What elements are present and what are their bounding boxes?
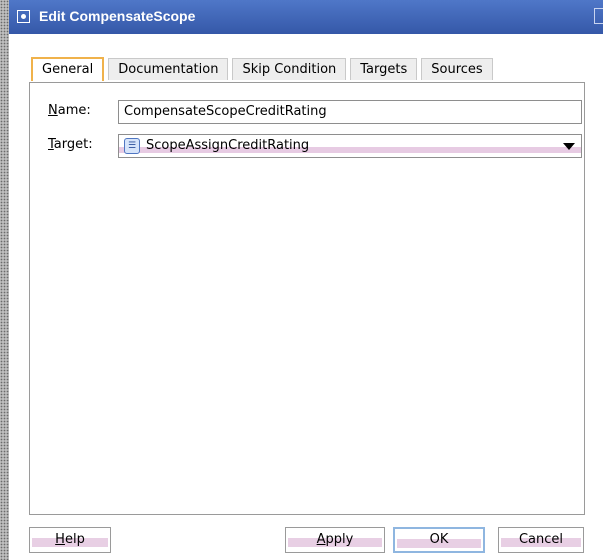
help-button[interactable]: Help <box>29 527 111 553</box>
cancel-label: Cancel <box>518 532 564 547</box>
scope-icon: ☰ <box>124 138 140 154</box>
name-label-mnemonic: N <box>48 103 58 118</box>
target-label-text: arget: <box>53 137 93 152</box>
apply-button[interactable]: Apply <box>285 527 385 553</box>
target-dropdown-value: ScopeAssignCreditRating <box>146 138 310 153</box>
apply-text: pply <box>325 532 354 547</box>
tab-general[interactable]: General <box>31 57 105 81</box>
window-menu-icon[interactable] <box>17 10 30 23</box>
title-bar[interactable]: Edit CompensateScope <box>9 0 603 34</box>
general-panel: Name: CompensateScopeCreditRating Target… <box>29 82 585 515</box>
apply-mnemonic: A <box>316 532 326 547</box>
target-label: Target: <box>48 137 93 152</box>
ok-label: OK <box>429 532 449 547</box>
name-field[interactable]: CompensateScopeCreditRating <box>118 100 582 124</box>
window-edge-icon <box>594 8 603 24</box>
name-label: Name: <box>48 103 91 118</box>
tab-strip: General Documentation Skip Condition Tar… <box>31 57 497 82</box>
help-mnemonic: H <box>55 532 65 547</box>
dialog-body: General Documentation Skip Condition Tar… <box>9 34 603 560</box>
name-label-text: ame: <box>57 103 91 118</box>
chevron-down-icon[interactable] <box>563 143 575 150</box>
help-text: elp <box>64 532 85 547</box>
tab-skip-condition[interactable]: Skip Condition <box>232 58 347 80</box>
background-window-edge <box>0 0 9 560</box>
cancel-button[interactable]: Cancel <box>498 527 584 553</box>
window-title: Edit CompensateScope <box>39 8 196 24</box>
tab-sources[interactable]: Sources <box>421 58 493 80</box>
tab-targets[interactable]: Targets <box>350 58 418 80</box>
tab-documentation[interactable]: Documentation <box>108 58 229 80</box>
target-dropdown[interactable]: ☰ ScopeAssignCreditRating <box>118 134 582 158</box>
ok-button[interactable]: OK <box>393 527 485 553</box>
